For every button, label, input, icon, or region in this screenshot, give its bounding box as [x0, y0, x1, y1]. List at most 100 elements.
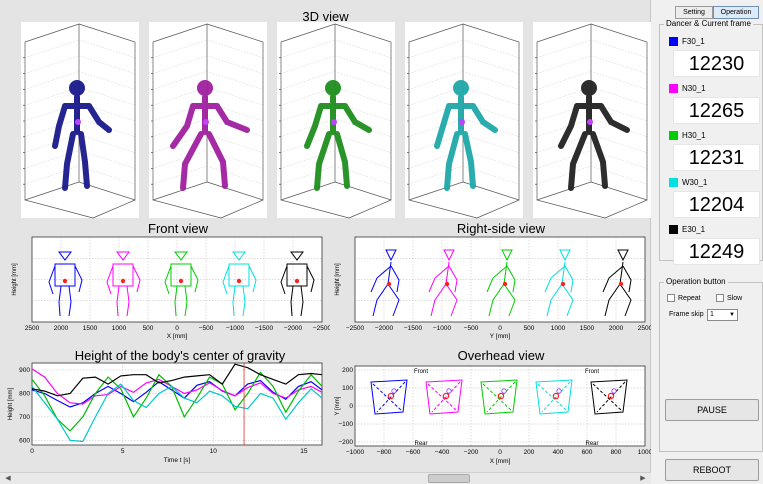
- scroll-right-icon[interactable]: ▶: [637, 473, 649, 484]
- x-axis-label: X [mm]: [490, 458, 511, 465]
- overhead-view-chart: −1000 −800 −600 −400 −200 0 200 400 600 800 100020…: [335, 365, 651, 465]
- dancer-name: H30_1: [682, 131, 706, 140]
- cog-marker: [294, 278, 300, 284]
- x-tick-label: −2000: [375, 325, 394, 332]
- visualization-area: 3D view Front view 2500 2000 1500 1000 500 0−…: [0, 0, 651, 472]
- x-tick-label: −1500: [255, 325, 274, 332]
- dancer-color-swatch: [669, 225, 678, 234]
- x-tick-label: 10: [210, 448, 218, 455]
- y-tick-label: 900: [19, 367, 30, 374]
- frame-skip-label: Frame skip: [669, 311, 704, 318]
- cog-marker: [459, 119, 465, 125]
- dancer-color-swatch: [669, 37, 678, 46]
- figure-head: [453, 80, 469, 96]
- y-tick-label: 200: [342, 367, 353, 374]
- front-label: Front: [414, 369, 428, 375]
- y-tick-label: 700: [19, 414, 30, 421]
- x-axis-label: Time t [s]: [164, 457, 191, 464]
- scroll-left-icon[interactable]: ◀: [2, 473, 14, 484]
- repeat-checkbox-box[interactable]: [667, 294, 675, 302]
- operation-group: Operation button Repeat Slow Frame skip …: [659, 277, 763, 452]
- current-frame-display: 12230: [673, 50, 760, 77]
- y-axis-label: Height [mm]: [335, 263, 341, 296]
- x-tick-label: 2000: [54, 325, 69, 332]
- x-tick-label: 200: [524, 449, 535, 456]
- app-window: 3D view Front view 2500 2000 1500 1000 500 0−…: [0, 0, 763, 484]
- dancer-name: E30_1: [682, 225, 706, 234]
- cog-marker: [560, 281, 566, 287]
- x-tick-label: 15: [300, 448, 308, 455]
- dancer-color-swatch: [669, 84, 678, 93]
- y-tick-label: −200: [338, 439, 353, 446]
- x-tick-label: 500: [524, 325, 535, 332]
- frame-skip-value: 1: [710, 311, 714, 318]
- frame-skip-select[interactable]: 1 ▼: [707, 309, 738, 321]
- cog-marker: [331, 119, 337, 125]
- rear-label: Rear: [585, 441, 598, 447]
- figure-head: [581, 80, 597, 96]
- three-d-view: [21, 22, 651, 219]
- slow-checkbox-box[interactable]: [716, 294, 724, 302]
- dancer-group-title: Dancer & Current frame: [664, 19, 753, 28]
- x-tick-label: 0: [30, 448, 34, 455]
- x-tick-label: −1000: [346, 449, 365, 456]
- y-axis-label: Height [mm]: [8, 387, 14, 420]
- x-tick-label: −500: [199, 325, 214, 332]
- reboot-button[interactable]: REBOOT: [665, 459, 759, 481]
- x-tick-label: −1000: [226, 325, 245, 332]
- right-side-view-chart: −2500 −2000 −1500 −1000 −500 0 500 1000 1500 2000…: [335, 236, 651, 340]
- x-tick-label: −1500: [404, 325, 423, 332]
- y-tick-label: 100: [342, 385, 353, 392]
- tab-operation[interactable]: Operation: [713, 6, 759, 19]
- figure-head: [69, 80, 85, 96]
- dancer-group: Dancer & Current frame F30_1 12230 N30_1…: [659, 19, 763, 265]
- horizontal-scrollbar[interactable]: ◀ ▶: [0, 472, 651, 484]
- x-tick-label: −200: [464, 449, 479, 456]
- x-tick-label: 1000: [638, 449, 651, 456]
- rear-label: Rear: [414, 441, 427, 447]
- chevron-down-icon[interactable]: ▼: [729, 310, 735, 320]
- x-tick-label: 600: [582, 449, 593, 456]
- operation-group-title: Operation button: [664, 277, 728, 286]
- dancer-name: N30_1: [682, 84, 706, 93]
- x-tick-label: 1500: [580, 325, 595, 332]
- current-frame-display: 12204: [673, 191, 760, 218]
- cog-marker: [587, 119, 593, 125]
- scrollbar-thumb[interactable]: [428, 474, 470, 483]
- three-d-panel: [21, 22, 139, 219]
- dancer-name: W30_1: [682, 178, 708, 187]
- cog-marker: [62, 278, 68, 284]
- x-tick-label: −500: [464, 325, 479, 332]
- x-tick-label: 0: [175, 325, 179, 332]
- y-axis-label: Height [mm]: [12, 263, 18, 296]
- current-frame-display: 12249: [673, 238, 760, 265]
- three-d-panel: [149, 22, 267, 219]
- cog-marker: [618, 281, 624, 287]
- repeat-checkbox[interactable]: Repeat: [667, 294, 701, 302]
- repeat-label: Repeat: [678, 294, 701, 302]
- x-tick-label: −1000: [433, 325, 452, 332]
- y-axis-label: Y [mm]: [335, 396, 341, 415]
- cog-marker: [120, 278, 126, 284]
- x-tick-label: 400: [553, 449, 564, 456]
- current-frame-display: 12231: [673, 144, 760, 171]
- y-tick-label: 800: [19, 390, 30, 397]
- x-axis-label: X [mm]: [167, 333, 188, 340]
- figure-head: [197, 80, 213, 96]
- x-tick-label: 0: [498, 449, 502, 456]
- x-tick-label: −600: [406, 449, 421, 456]
- x-tick-label: −800: [377, 449, 392, 456]
- x-tick-label: −400: [435, 449, 450, 456]
- cog-marker: [75, 119, 81, 125]
- pause-button[interactable]: PAUSE: [665, 399, 759, 421]
- x-tick-label: 500: [143, 325, 154, 332]
- tab-setting[interactable]: Setting: [675, 6, 713, 19]
- x-tick-label: 1000: [112, 325, 127, 332]
- x-tick-label: −2000: [284, 325, 303, 332]
- y-tick-label: 600: [19, 437, 30, 444]
- slow-checkbox[interactable]: Slow: [716, 294, 742, 302]
- dancer-color-swatch: [669, 131, 678, 140]
- cog-marker: [502, 281, 508, 287]
- x-tick-label: 0: [498, 325, 502, 332]
- dancer-name: F30_1: [682, 37, 705, 46]
